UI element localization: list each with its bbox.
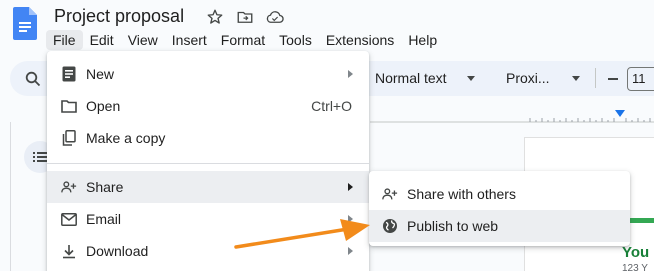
font-size-input[interactable]: 11 xyxy=(627,67,654,91)
list-icon xyxy=(33,152,47,162)
annotation-arrow xyxy=(230,215,380,255)
globe-icon xyxy=(382,218,398,234)
menu-help[interactable]: Help xyxy=(401,30,444,50)
menu-item-label: Open xyxy=(86,98,121,114)
menu-item-new[interactable]: New xyxy=(47,58,369,90)
submenu-item-publish-to-web[interactable]: Publish to web xyxy=(369,210,630,242)
docs-logo-icon[interactable] xyxy=(13,7,37,40)
menu-insert[interactable]: Insert xyxy=(165,30,214,50)
document-subtext: 123 Y xyxy=(622,263,648,271)
menu-file[interactable]: File xyxy=(46,30,83,50)
submenu-arrow-icon xyxy=(348,183,353,191)
chevron-down-icon xyxy=(467,76,475,81)
toolbar-divider xyxy=(595,68,596,88)
submenu-item-label: Publish to web xyxy=(407,218,499,234)
font-select[interactable]: Proxi... xyxy=(506,70,550,86)
download-icon xyxy=(61,243,77,259)
submenu-arrow-icon xyxy=(348,70,353,78)
shortcut-label: Ctrl+O xyxy=(311,98,352,114)
document-text: You xyxy=(622,244,650,261)
menu-tools[interactable]: Tools xyxy=(272,30,319,50)
canvas-divider xyxy=(10,122,11,271)
menu-view[interactable]: View xyxy=(121,30,165,50)
indent-marker-icon[interactable] xyxy=(615,110,625,117)
document-icon xyxy=(61,66,77,82)
star-icon[interactable] xyxy=(205,7,225,27)
cloud-saved-icon[interactable] xyxy=(265,7,285,27)
chevron-down-icon xyxy=(572,76,580,81)
submenu-item-label: Share with others xyxy=(407,186,516,202)
submenu-item-share-with-others[interactable]: Share with others xyxy=(369,178,630,210)
menu-item-share[interactable]: Share xyxy=(47,171,369,203)
menu-item-label: New xyxy=(86,66,115,82)
move-to-folder-icon[interactable] xyxy=(235,7,255,27)
paragraph-style-select[interactable]: Normal text xyxy=(375,70,447,86)
copy-icon xyxy=(61,130,77,146)
menu-divider xyxy=(47,163,369,164)
menu-edit[interactable]: Edit xyxy=(83,30,121,50)
decrease-font-size-icon[interactable] xyxy=(608,78,618,80)
menu-extensions[interactable]: Extensions xyxy=(319,30,401,50)
menu-item-label: Email xyxy=(86,211,122,227)
folder-icon xyxy=(61,98,77,114)
menu-item-label: Make a copy xyxy=(86,130,166,146)
menu-format[interactable]: Format xyxy=(214,30,272,50)
document-title[interactable]: Project proposal xyxy=(54,6,184,27)
mail-icon xyxy=(61,211,77,227)
menu-item-open[interactable]: Open Ctrl+O xyxy=(47,90,369,122)
person-add-icon xyxy=(382,186,398,202)
search-menus-icon[interactable] xyxy=(25,71,41,87)
menu-item-make-a-copy[interactable]: Make a copy xyxy=(47,122,369,154)
share-submenu: Share with others Publish to web xyxy=(369,171,630,246)
ruler xyxy=(370,108,654,124)
menu-item-label: Share xyxy=(86,179,124,195)
menu-bar: File Edit View Insert Format Tools Exten… xyxy=(46,29,444,51)
menu-item-label: Download xyxy=(86,243,149,259)
person-add-icon xyxy=(61,179,77,195)
decorative-green-bar xyxy=(628,218,654,223)
